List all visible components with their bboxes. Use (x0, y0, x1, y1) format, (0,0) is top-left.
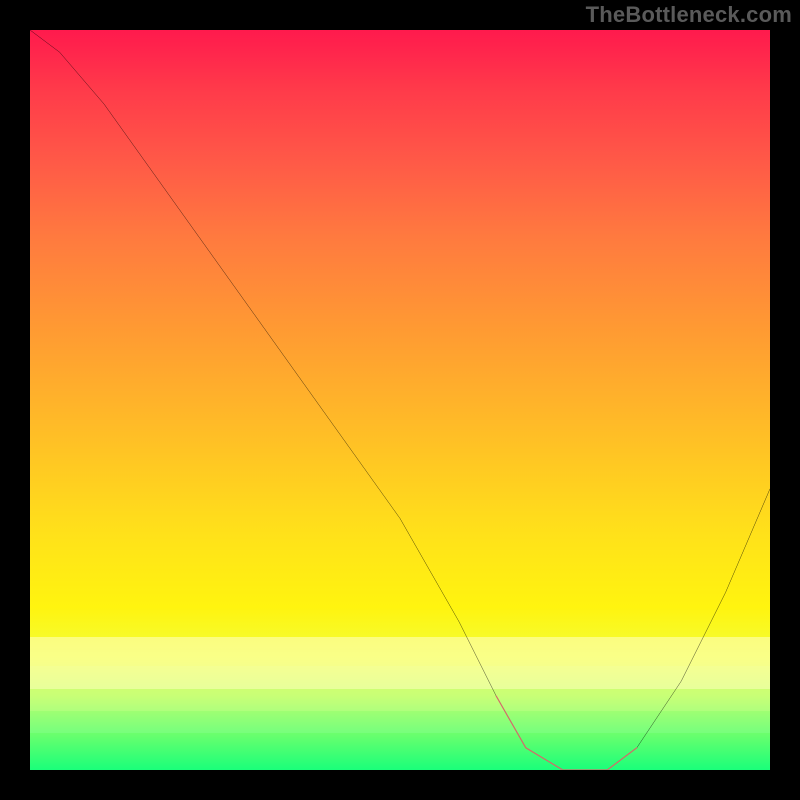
chart-frame: TheBottleneck.com (0, 0, 800, 800)
plot-area (30, 30, 770, 770)
optimal-range-highlight (30, 30, 770, 770)
watermark-text: TheBottleneck.com (586, 2, 792, 28)
